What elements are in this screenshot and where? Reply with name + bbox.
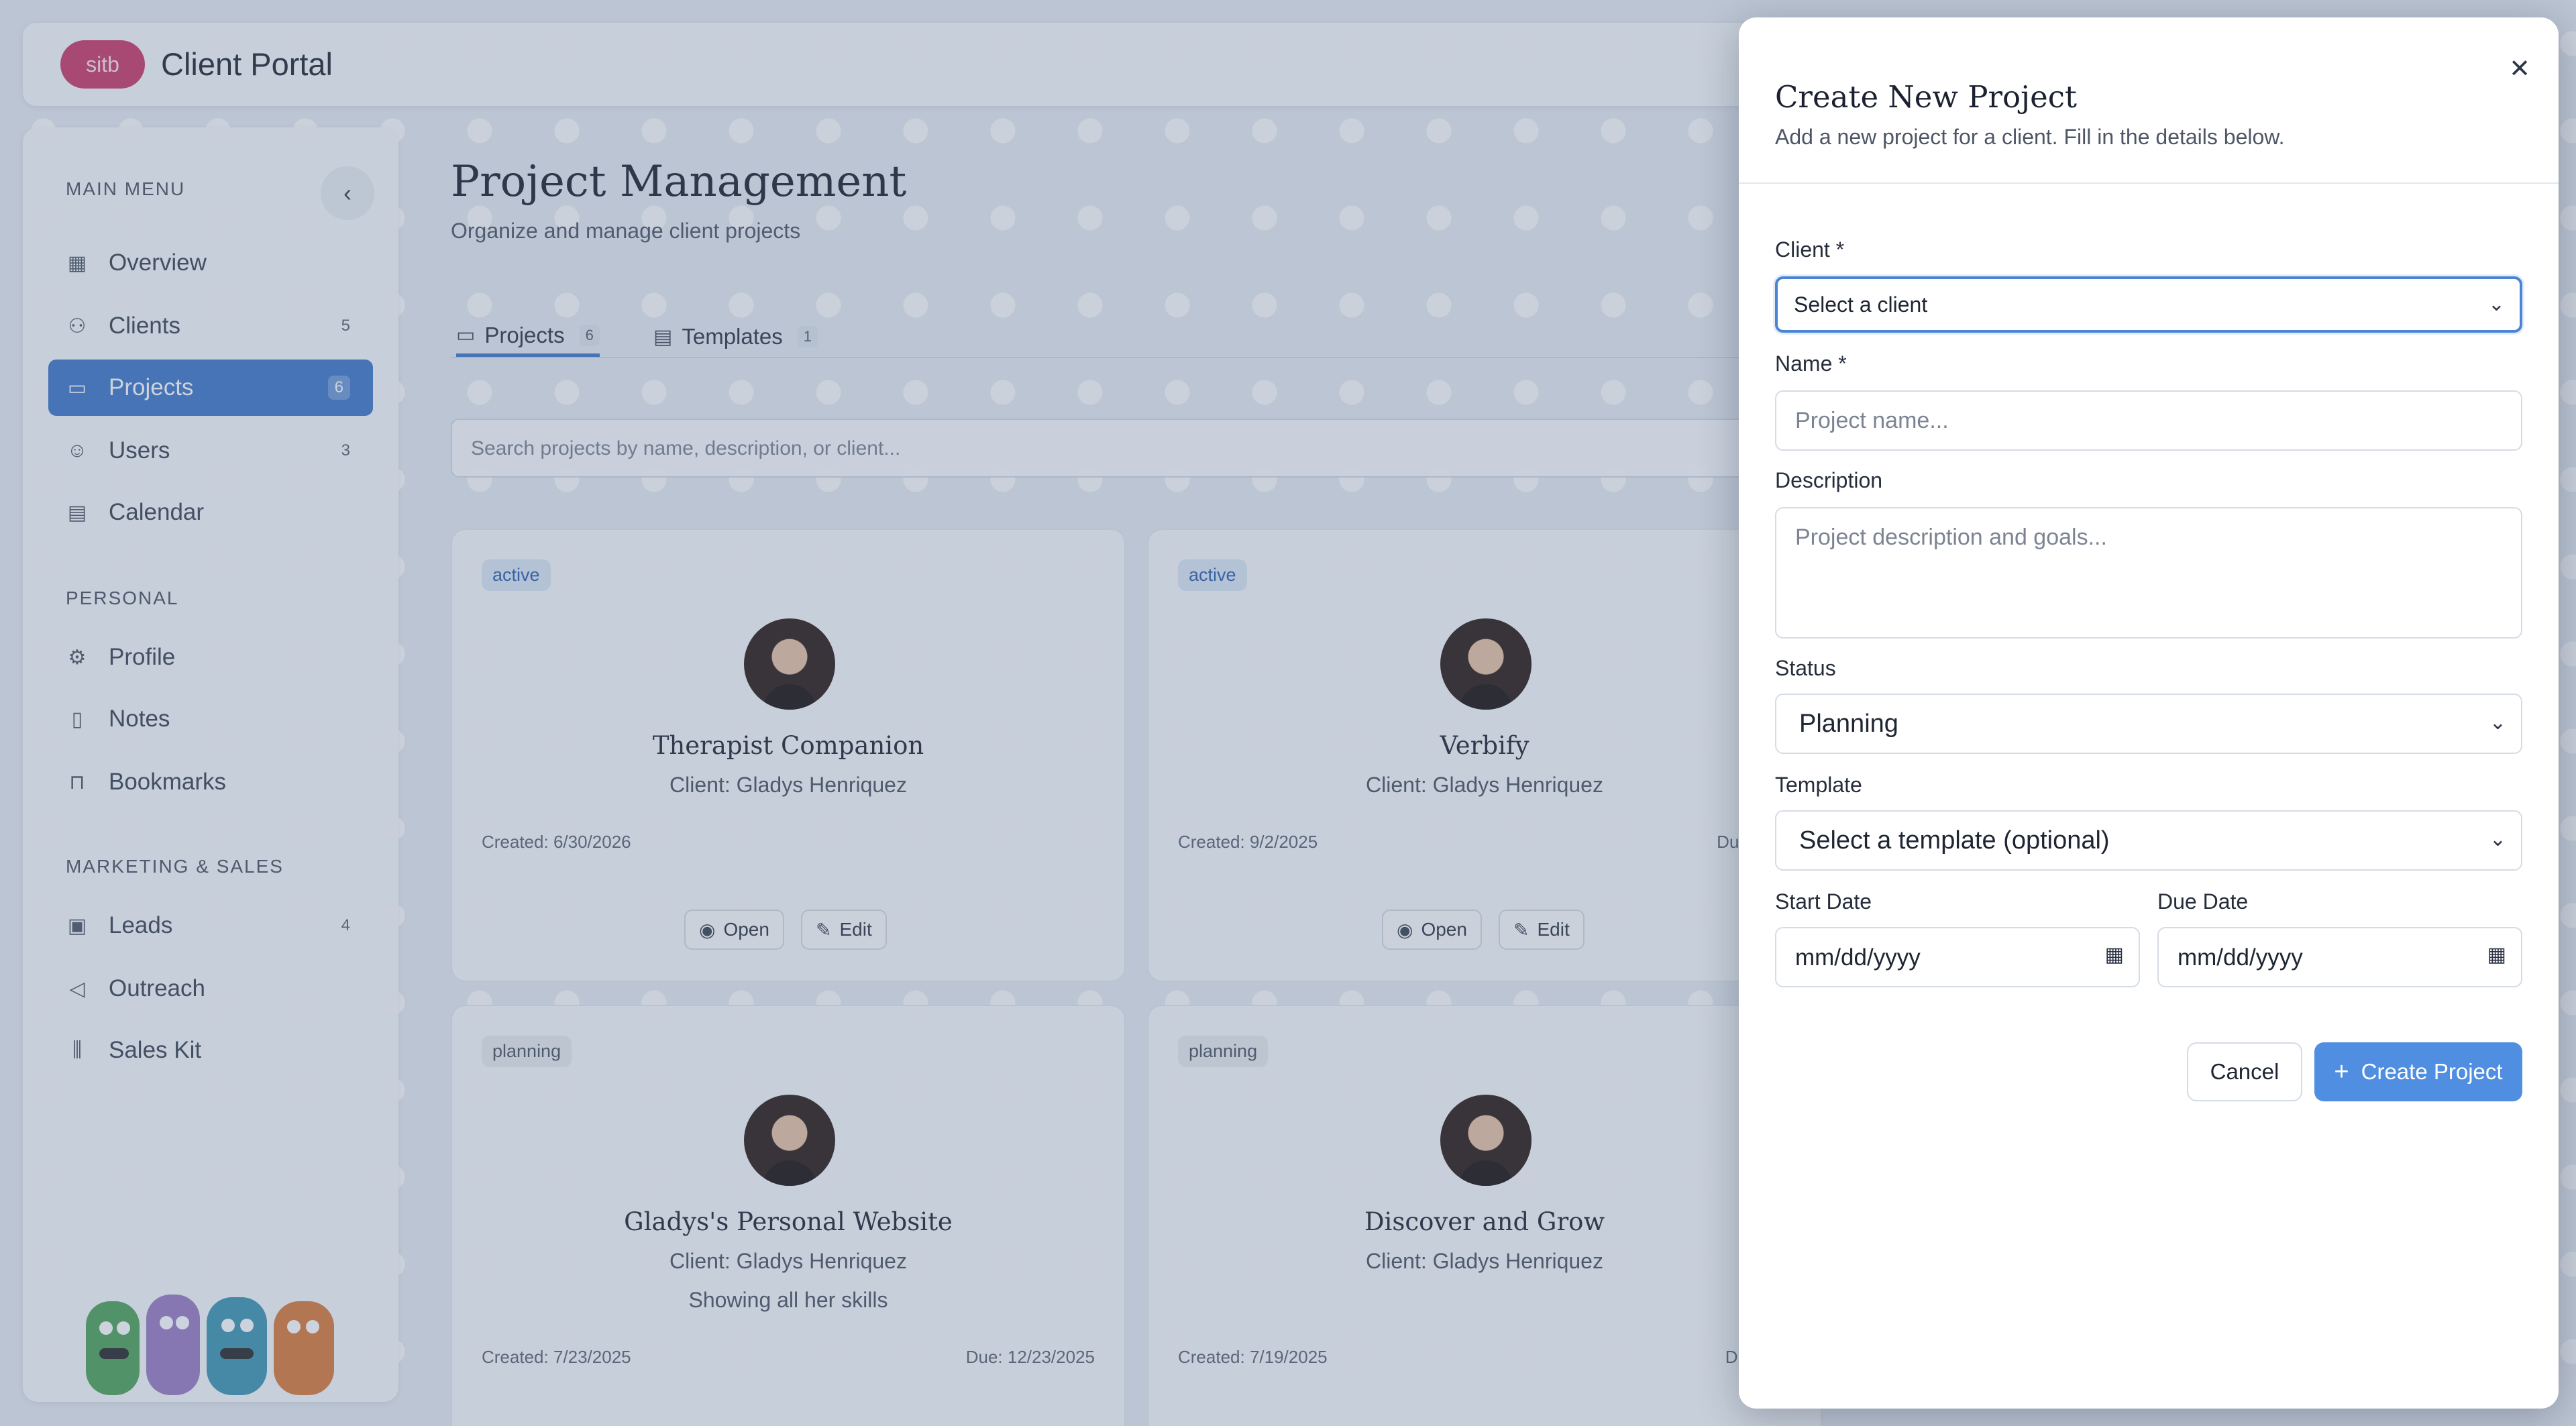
description-field[interactable]: Project description and goals... [1775, 507, 2522, 639]
template-select[interactable]: Select a template (optional) ⌄ [1775, 810, 2522, 871]
due-date-field[interactable]: mm/dd/yyyy ▦ [2157, 927, 2522, 987]
calendar-icon[interactable]: ▦ [2487, 943, 2506, 967]
status-select[interactable]: Planning ⌄ [1775, 694, 2522, 754]
start-date-label: Start Date [1775, 889, 1872, 914]
create-project-button[interactable]: + Create Project [2314, 1042, 2522, 1101]
status-select-value: Planning [1799, 710, 1898, 738]
cancel-button[interactable]: Cancel [2187, 1042, 2302, 1101]
start-date-placeholder: mm/dd/yyyy [1795, 944, 1921, 971]
name-label: Name * [1775, 351, 1847, 376]
chevron-down-icon: ⌄ [2489, 828, 2506, 851]
status-label: Status [1775, 656, 1836, 680]
due-date-placeholder: mm/dd/yyyy [2178, 944, 2303, 971]
template-select-value: Select a template (optional) [1799, 826, 2110, 855]
close-icon[interactable]: ✕ [2509, 54, 2530, 84]
start-date-field[interactable]: mm/dd/yyyy ▦ [1775, 927, 2140, 987]
name-placeholder: Project name... [1795, 408, 1949, 433]
chevron-down-icon: ⌄ [2489, 712, 2506, 734]
due-date-label: Due Date [2157, 889, 2249, 914]
name-field[interactable]: Project name... [1775, 390, 2522, 451]
dialog-title: Create New Project [1775, 79, 2077, 115]
client-label: Client * [1775, 237, 1845, 262]
calendar-icon[interactable]: ▦ [2105, 943, 2124, 967]
chevron-down-icon: ⌄ [2487, 293, 2505, 315]
create-project-label: Create Project [2361, 1059, 2503, 1084]
client-select[interactable]: Select a client ⌄ [1775, 276, 2522, 333]
description-placeholder: Project description and goals... [1795, 525, 2107, 550]
description-label: Description [1775, 468, 1883, 492]
client-select-placeholder: Select a client [1794, 292, 1928, 317]
create-project-dialog: ✕ Create New Project Add a new project f… [1739, 17, 2559, 1409]
dialog-subtitle: Add a new project for a client. Fill in … [1775, 125, 2285, 149]
plus-icon: + [2334, 1057, 2349, 1086]
template-label: Template [1775, 773, 1862, 797]
divider [1739, 182, 2559, 184]
